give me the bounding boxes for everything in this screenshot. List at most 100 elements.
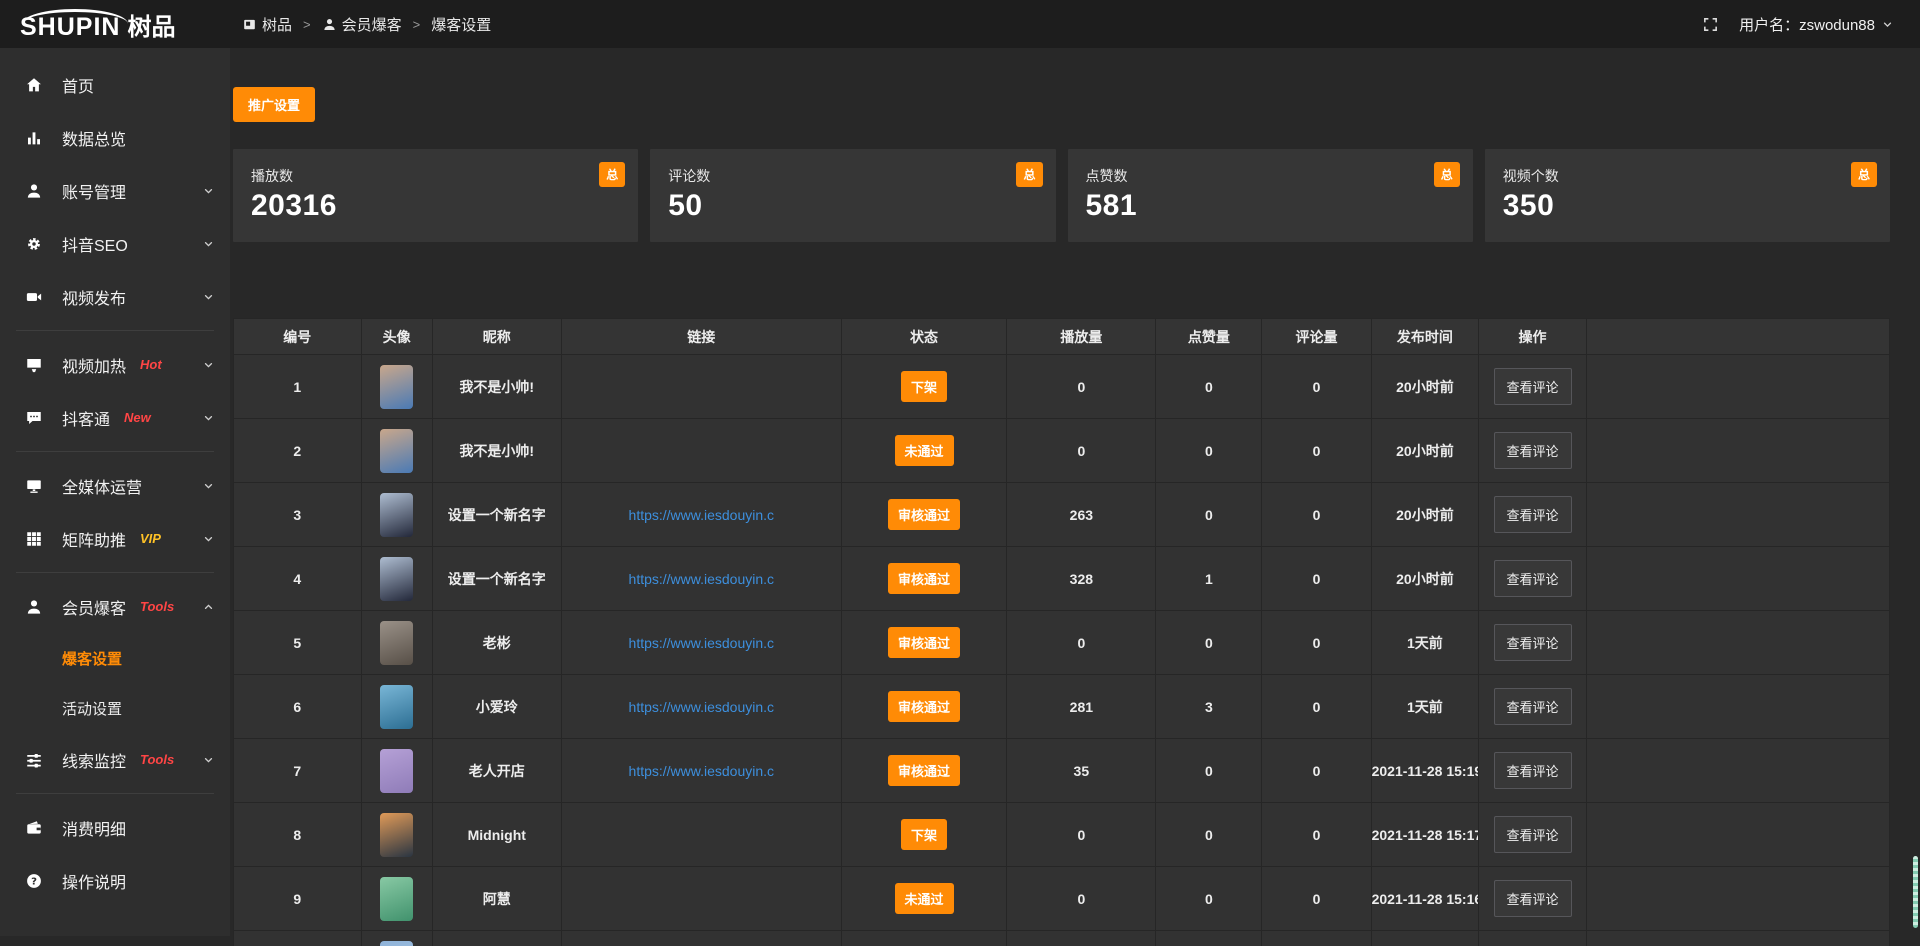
view-comments-button[interactable]: 查看评论 [1494,624,1572,661]
view-comments-button[interactable]: 查看评论 [1494,496,1572,533]
view-comments-button[interactable]: 查看评论 [1494,880,1572,917]
table-row-partial [234,931,1890,946]
stat-cards: 播放数20316总评论数50总点赞数581总视频个数350总 [233,149,1890,242]
cell-empty [1007,931,1156,946]
cell-filler [1586,355,1889,419]
sidebar-divider [16,793,214,794]
cell-filler [1586,547,1889,611]
user-menu[interactable]: 用户名：zswodun88 [1739,14,1894,35]
video-link[interactable]: https://www.iesdouyin.c [629,507,775,523]
cell-plays: 328 [1007,547,1156,611]
cell-filler [1586,483,1889,547]
cell-nickname: 我不是小帅! [432,419,561,483]
status-badge: 审核通过 [888,691,960,722]
cell-plays: 263 [1007,483,1156,547]
avatar-boy-portrait [380,365,413,409]
cell-likes: 0 [1156,419,1262,483]
avatar-boy-portrait [380,429,413,473]
sidebar-item-label: 消费明细 [62,816,126,840]
cell-link: https://www.iesdouyin.c [561,675,841,739]
sidebar-item-全媒体运营[interactable]: 全媒体运营 [0,459,230,512]
sidebar-item-操作说明[interactable]: ?操作说明 [0,854,230,907]
sidebar-item-label: 矩阵助推 [62,527,126,551]
sidebar-item-label: 抖客通 [62,406,110,430]
cell-avatar [361,483,432,547]
cell-avatar [361,547,432,611]
cell-comments: 0 [1262,355,1371,419]
cell-empty [1262,931,1371,946]
cell-filler [1586,419,1889,483]
breadcrumb-item[interactable]: 树品 [242,14,292,35]
stat-card-value: 20316 [251,189,620,223]
sidebar-item-消费明细[interactable]: 消费明细 [0,801,230,854]
gear-icon [25,235,45,253]
chevron-down-icon [202,479,215,492]
chevron-down-icon [202,184,215,197]
cell-likes: 0 [1156,611,1262,675]
cell-comments: 0 [1262,483,1371,547]
scrollbar-thumb[interactable] [1913,856,1918,928]
chevron-down-icon [202,290,215,303]
column-header: 链接 [561,319,841,355]
sidebar-item-label: 操作说明 [62,869,126,893]
cell-filler [1586,675,1889,739]
cell-nickname: 老人开店 [432,739,561,803]
view-comments-button[interactable]: 查看评论 [1494,560,1572,597]
sidebar-item-账号管理[interactable]: 账号管理 [0,164,230,217]
sidebar-item-数据总览[interactable]: 数据总览 [0,111,230,164]
fullscreen-icon[interactable] [1702,16,1719,33]
grid-icon [25,530,45,548]
cell-likes: 0 [1156,867,1262,931]
sidebar-divider [16,572,214,573]
view-comments-button[interactable]: 查看评论 [1494,752,1572,789]
chevron-down-icon [202,532,215,545]
status-badge: 审核通过 [888,627,960,658]
status-badge: 审核通过 [888,755,960,786]
wallet-icon [25,819,45,837]
status-badge: 下架 [901,819,947,850]
view-comments-button[interactable]: 查看评论 [1494,688,1572,725]
cell-published: 20小时前 [1371,547,1479,611]
cell-comments: 0 [1262,547,1371,611]
status-badge: 未通过 [895,883,954,914]
cell-likes: 1 [1156,547,1262,611]
sidebar-item-会员爆客[interactable]: 会员爆客Tools [0,580,230,633]
sidebar-item-线索监控[interactable]: 线索监控Tools [0,733,230,786]
sidebar-item-抖音SEO[interactable]: 抖音SEO [0,217,230,270]
table-row: 9阿慧未通过0002021-11-28 15:16查看评论 [234,867,1890,931]
cell-nickname: 小爱玲 [432,675,561,739]
cell-status: 下架 [841,355,1007,419]
breadcrumb-label: 树品 [262,14,292,35]
video-link[interactable]: https://www.iesdouyin.c [629,571,775,587]
sidebar-item-视频发布[interactable]: 视频发布 [0,270,230,323]
video-link[interactable]: https://www.iesdouyin.c [629,699,775,715]
stat-card-value: 581 [1086,189,1455,223]
breadcrumb-item[interactable]: 会员爆客 [322,14,402,35]
cell-number: 4 [234,547,362,611]
sidebar-item-视频加热[interactable]: 视频加热Hot [0,338,230,391]
sidebar-subitem-活动设置[interactable]: 活动设置 [0,683,230,733]
video-link[interactable]: https://www.iesdouyin.c [629,635,775,651]
video-table: 编号头像昵称链接状态播放量点赞量评论量发布时间操作1我不是小帅!下架00020小… [233,318,1890,946]
monitor-icon [25,477,45,495]
table-row: 7老人开店https://www.iesdouyin.c审核通过35002021… [234,739,1890,803]
sidebar: 首页数据总览账号管理抖音SEO视频发布视频加热Hot抖客通New 全媒体运营矩阵助… [0,48,230,936]
promo-settings-button[interactable]: 推广设置 [233,87,315,122]
sidebar-item-首页[interactable]: 首页 [0,58,230,111]
cell-link [561,355,841,419]
sidebar-item-label: 全媒体运营 [62,474,142,498]
view-comments-button[interactable]: 查看评论 [1494,816,1572,853]
column-header: 头像 [361,319,432,355]
video-link[interactable]: https://www.iesdouyin.c [629,763,775,779]
brand-logo[interactable]: SHUPIN 树品 [0,7,230,42]
breadcrumb-label: 爆客设置 [431,14,491,35]
sidebar-item-抖客通[interactable]: 抖客通New [0,391,230,444]
chevron-down-icon [202,411,215,424]
sidebar-item-矩阵助推[interactable]: 矩阵助推VIP [0,512,230,565]
avatar-sunset-city-sky [380,493,413,537]
view-comments-button[interactable]: 查看评论 [1494,368,1572,405]
sidebar-subitem-爆客设置[interactable]: 爆客设置 [0,633,230,683]
cell-action: 查看评论 [1479,611,1587,675]
cell-action: 查看评论 [1479,867,1587,931]
view-comments-button[interactable]: 查看评论 [1494,432,1572,469]
